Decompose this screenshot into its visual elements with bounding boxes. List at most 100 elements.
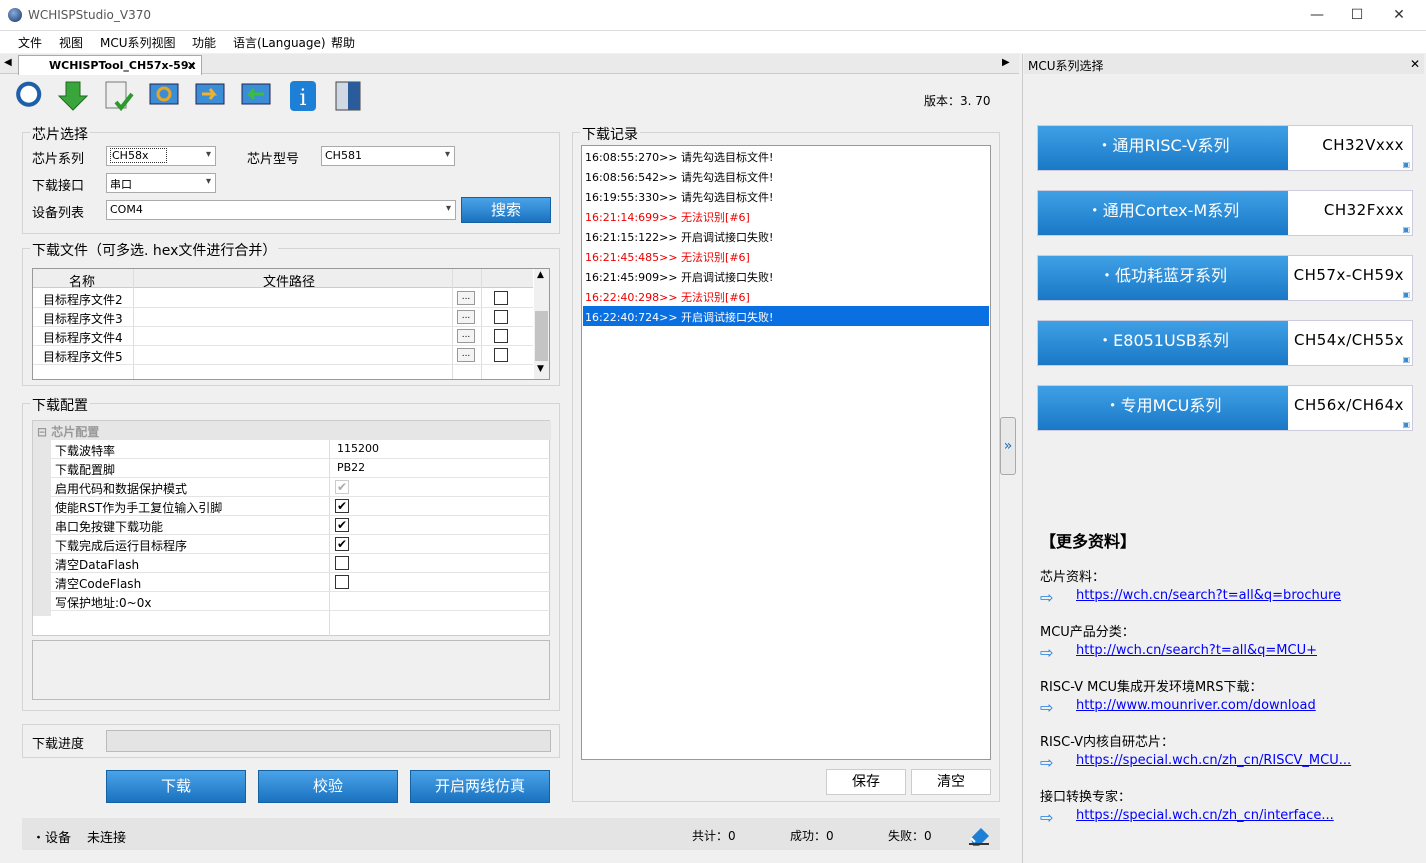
chip-series-select[interactable]: CH58x ▾ [106, 146, 216, 166]
info-icon[interactable]: i [286, 78, 320, 114]
file-checkbox[interactable] [494, 348, 508, 362]
log-entry[interactable]: 16:08:56:542>> 请先勾选目标文件! [583, 166, 989, 186]
menu-function[interactable]: 功能 [192, 34, 216, 51]
panel-close-icon[interactable]: ✕ [1410, 57, 1420, 71]
log-entry[interactable]: 16:21:14:699>> 无法识别[#6] [583, 206, 989, 226]
config-row[interactable]: 清空CodeFlash [51, 573, 551, 592]
series-button[interactable]: ・E8051USB系列 CH54x/CH55x ▣ [1037, 320, 1413, 366]
download-button[interactable]: 下载 [106, 770, 246, 803]
two-wire-debug-button[interactable]: 开启两线仿真 [410, 770, 550, 803]
menu-mcu-view[interactable]: MCU系列视图 [100, 34, 176, 51]
log-entry[interactable]: 16:22:40:298>> 无法识别[#6] [583, 286, 989, 306]
browse-button[interactable]: ... [457, 310, 475, 324]
close-button[interactable]: ✕ [1376, 0, 1422, 31]
scroll-thumb[interactable] [535, 311, 548, 361]
save-button[interactable]: 保存 [826, 769, 906, 795]
maximize-button[interactable]: ☐ [1334, 0, 1380, 31]
resource-link[interactable]: http://www.mounriver.com/download [1076, 698, 1316, 713]
menu-file[interactable]: 文件 [18, 34, 42, 51]
log-entry[interactable]: 16:21:15:122>> 开启调试接口失败! [583, 226, 989, 246]
download-icon[interactable] [56, 78, 90, 114]
device-list-value: COM4 [110, 203, 143, 216]
tab-wchisptool[interactable]: WCHISPTool_CH57x-59x ✕ [18, 55, 202, 75]
export-icon[interactable] [194, 78, 228, 114]
browse-button[interactable]: ... [457, 291, 475, 305]
menu-language[interactable]: 语言(Language) [233, 34, 326, 51]
browse-button[interactable]: ... [457, 329, 475, 343]
corner-icon: ▣ [1402, 290, 1410, 299]
app-logo-icon [8, 8, 22, 22]
refresh-icon[interactable] [148, 78, 182, 114]
file-checkbox[interactable] [494, 329, 508, 343]
device-list-label: 设备列表 [32, 206, 85, 221]
config-checkbox[interactable] [335, 575, 349, 589]
series-button[interactable]: ・通用Cortex-M系列 CH32Fxxx ▣ [1037, 190, 1413, 236]
file-checkbox[interactable] [494, 291, 508, 305]
menu-help[interactable]: 帮助 [331, 34, 355, 51]
series-chip: CH56x/CH64x [1294, 396, 1404, 414]
resource-link[interactable]: https://special.wch.cn/zh_cn/RISCV_MCU..… [1076, 753, 1351, 768]
log-entry[interactable]: 16:19:55:330>> 请先勾选目标文件! [583, 186, 989, 206]
resource-link[interactable]: https://wch.cn/search?t=all&q=brochure [1076, 588, 1341, 603]
config-checkbox[interactable]: ✔ [335, 518, 349, 532]
config-section-title: 芯片配置 [51, 425, 100, 439]
verify-icon[interactable] [102, 78, 136, 114]
config-row[interactable]: 写保护地址:0~0x [51, 592, 551, 611]
scroll-down-icon[interactable]: ▼ [537, 364, 544, 374]
config-value[interactable]: 115200 [337, 442, 379, 455]
config-checkbox[interactable] [335, 556, 349, 570]
expand-panel-button[interactable]: » [1000, 417, 1016, 475]
browse-button[interactable]: ... [457, 348, 475, 362]
config-row[interactable]: 串口免按键下载功能 ✔ [51, 516, 551, 535]
config-row[interactable]: 清空DataFlash [51, 554, 551, 573]
tab-scroll-left-icon[interactable]: ◀ [4, 57, 12, 68]
eraser-icon[interactable] [967, 824, 991, 846]
collapse-icon[interactable]: ⊟ [37, 425, 51, 439]
config-checkbox[interactable]: ✔ [335, 499, 349, 513]
panel-title: MCU系列选择 [1028, 59, 1104, 73]
table-row[interactable]: 目标程序文件3... [33, 308, 533, 327]
verify-button[interactable]: 校验 [258, 770, 398, 803]
config-section-header[interactable]: ⊟ 芯片配置 [33, 421, 551, 440]
log-entry[interactable]: 16:21:45:485>> 无法识别[#6] [583, 246, 989, 266]
config-rows: 下载波特率 115200 下载配置脚 PB22 启用代码和数据保护模式 ✔ 使能RST作为手… [51, 440, 551, 611]
file-checkbox[interactable] [494, 310, 508, 324]
log-entry[interactable]: 16:08:55:270>> 请先勾选目标文件! [583, 146, 989, 166]
config-row[interactable]: 下载完成后运行目标程序 ✔ [51, 535, 551, 554]
table-row[interactable]: 目标程序文件5... [33, 346, 533, 365]
download-interface-select[interactable]: 串口 ▾ [106, 173, 216, 193]
search-button[interactable]: 搜索 [461, 197, 551, 223]
menu-view[interactable]: 视图 [59, 34, 83, 51]
tab-scroll-right-icon[interactable]: ▶ [1002, 57, 1010, 68]
config-row[interactable]: 使能RST作为手工复位输入引脚 ✔ [51, 497, 551, 516]
config-value[interactable]: PB22 [337, 461, 365, 474]
book-icon[interactable] [332, 78, 366, 114]
resource-link[interactable]: https://special.wch.cn/zh_cn/interface..… [1076, 808, 1334, 823]
log-entry[interactable]: 16:22:40:724>> 开启调试接口失败! [583, 306, 989, 326]
config-row[interactable]: 下载波特率 115200 [51, 440, 551, 459]
table-row[interactable]: 目标程序文件4... [33, 327, 533, 346]
config-label: 启用代码和数据保护模式 [55, 482, 188, 496]
table-row[interactable]: 目标程序文件2... [33, 289, 533, 308]
config-row[interactable]: 启用代码和数据保护模式 ✔ [51, 478, 551, 497]
series-button[interactable]: ・通用RISC-V系列 CH32Vxxx ▣ [1037, 125, 1413, 171]
config-checkbox[interactable]: ✔ [335, 480, 349, 494]
file-table-scrollbar[interactable]: ▲ ▼ [534, 269, 549, 379]
config-row[interactable]: 下载配置脚 PB22 [51, 459, 551, 478]
config-checkbox[interactable]: ✔ [335, 537, 349, 551]
device-list-select[interactable]: COM4 ▾ [106, 200, 456, 220]
clear-button[interactable]: 清空 [911, 769, 991, 795]
status-device-label: ・设备 [32, 831, 72, 846]
tab-close-icon[interactable]: ✕ [187, 59, 196, 72]
corner-icon: ▣ [1402, 225, 1410, 234]
log-list[interactable]: 16:08:55:270>> 请先勾选目标文件! 16:08:56:542>> 请… [581, 145, 991, 760]
series-button[interactable]: ・专用MCU系列 CH56x/CH64x ▣ [1037, 385, 1413, 431]
chip-select-title: 芯片选择 [30, 124, 90, 144]
chip-model-select[interactable]: CH581 ▾ [321, 146, 455, 166]
series-button[interactable]: ・低功耗蓝牙系列 CH57x-CH59x ▣ [1037, 255, 1413, 301]
search-chip-icon[interactable] [10, 78, 44, 114]
log-entry[interactable]: 16:21:45:909>> 开启调试接口失败! [583, 266, 989, 286]
import-icon[interactable] [240, 78, 274, 114]
scroll-up-icon[interactable]: ▲ [537, 270, 544, 280]
resource-link[interactable]: http://wch.cn/search?t=all&q=MCU+ [1076, 643, 1317, 658]
